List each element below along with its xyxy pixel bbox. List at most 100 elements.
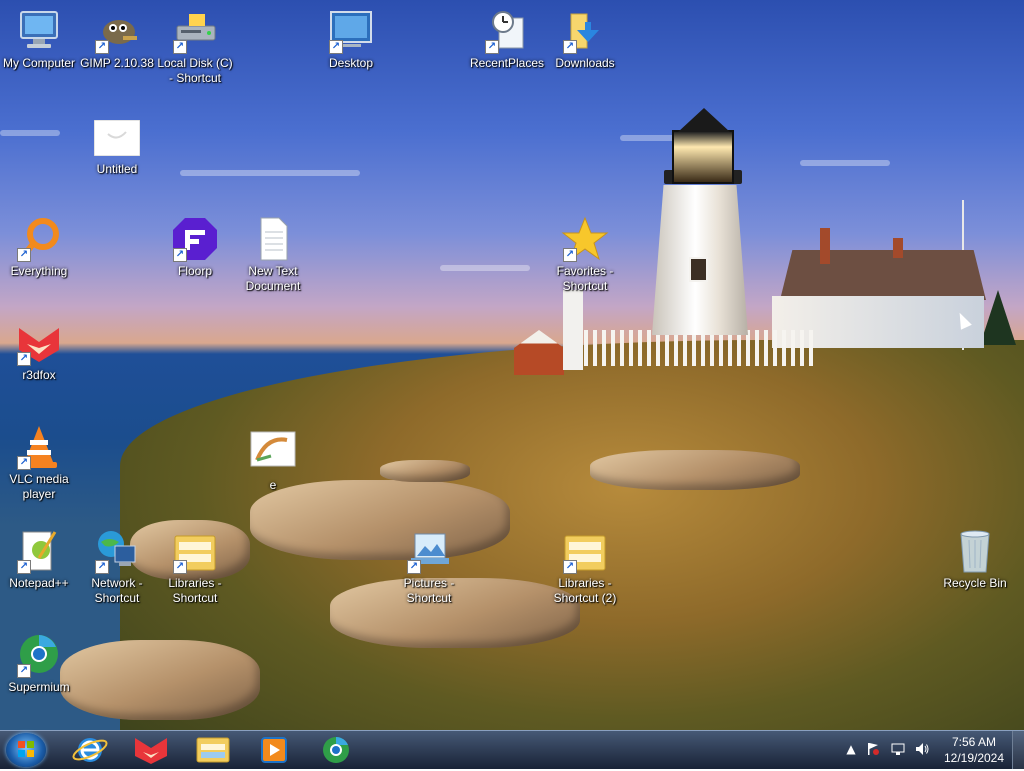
everything-search-icon: ↗	[15, 216, 63, 262]
desktop-icon-vlc[interactable]: ↗ VLC media player	[0, 424, 78, 502]
desktop-icon-my-computer[interactable]: My Computer	[0, 8, 78, 71]
shortcut-arrow-icon: ↗	[173, 560, 187, 574]
desktop-icon-pictures-shortcut[interactable]: ↗ Pictures - Shortcut	[390, 528, 468, 606]
desktop-icon-label: Desktop	[328, 56, 374, 70]
cloud	[800, 160, 890, 166]
cloud	[440, 265, 530, 271]
desktop-icon-label: e	[269, 478, 277, 492]
desktop-icon-notepadpp[interactable]: ↗ Notepad++	[0, 528, 78, 591]
libraries-folder-icon: ↗	[561, 528, 609, 574]
r3dfox-browser-icon: ↗	[15, 320, 63, 366]
start-orb-icon	[18, 741, 34, 757]
picture-file-icon	[249, 430, 297, 476]
favorites-star-icon: ↗	[561, 216, 609, 262]
libraries-folder-icon: ↗	[171, 528, 219, 574]
desktop-icon-label: Favorites - Shortcut	[556, 264, 614, 293]
taskbar-app-media-player[interactable]	[250, 734, 298, 766]
r3dfox-browser-icon	[135, 738, 167, 764]
media-player-icon	[261, 737, 287, 763]
taskbar-app-supermium[interactable]	[312, 734, 360, 766]
desktop-icon-libraries-shortcut[interactable]: ↗ Libraries - Shortcut	[156, 528, 234, 606]
desktop-icon-local-disk-shortcut[interactable]: ↗ Local Disk (C) - Shortcut	[156, 8, 234, 86]
desktop-icon-label: Floorp	[177, 264, 212, 278]
desktop-icon-libraries-shortcut-2[interactable]: ↗ Libraries - Shortcut (2)	[546, 528, 624, 606]
file-explorer-icon	[196, 737, 230, 763]
taskbar-app-r3dfox[interactable]	[127, 734, 175, 766]
volume-speaker-icon[interactable]	[915, 742, 929, 756]
chimney	[893, 238, 903, 258]
cloud	[620, 135, 680, 141]
rock	[60, 640, 260, 720]
shortcut-arrow-icon: ↗	[407, 560, 421, 574]
shortcut-arrow-icon: ↗	[95, 40, 109, 54]
recent-places-icon: ↗	[483, 8, 531, 54]
desktop-icon-label: RecentPlaces	[469, 56, 545, 70]
action-center-flag-icon[interactable]	[866, 742, 880, 756]
shed	[514, 330, 564, 375]
desktop-icon-label: r3dfox	[22, 368, 56, 382]
desktop-icon-supermium[interactable]: ↗ Supermium	[0, 632, 78, 695]
desktop-icon-recycle-bin[interactable]: Recycle Bin	[936, 528, 1014, 591]
taskbar-app-internet-explorer[interactable]	[66, 734, 114, 766]
desktop-icon-everything[interactable]: ↗ Everything	[0, 216, 78, 279]
desktop-folder-icon: ↗	[327, 8, 375, 54]
show-desktop-button[interactable]	[1012, 731, 1024, 769]
pictures-folder-icon: ↗	[405, 528, 453, 574]
downloads-folder-icon: ↗	[561, 8, 609, 54]
network-globe-icon: ↗	[93, 528, 141, 574]
chimney	[820, 228, 830, 264]
desktop-icon-label: Everything	[10, 264, 68, 278]
shortcut-arrow-icon: ↗	[17, 456, 31, 470]
shortcut-arrow-icon: ↗	[563, 248, 577, 262]
desktop-icon-label: Libraries - Shortcut (2)	[553, 576, 617, 605]
drive-icon: ↗	[171, 8, 219, 54]
vlc-cone-icon: ↗	[15, 424, 63, 470]
desktop-icon-favorites-shortcut[interactable]: ↗ Favorites - Shortcut	[546, 216, 624, 294]
desktop-background: My Computer ↗ GIMP 2.10.38 ↗ Local Disk …	[0, 0, 1024, 730]
desktop-icon-downloads[interactable]: ↗ Downloads	[546, 8, 624, 71]
desktop-icon-untitled[interactable]: Untitled	[78, 119, 156, 177]
supermium-browser-icon: ↗	[15, 632, 63, 678]
desktop-icon-label: VLC media player	[9, 472, 69, 501]
desktop-icon-label: Libraries - Shortcut	[168, 576, 222, 605]
clock-time: 7:56 AM	[951, 735, 997, 749]
network-status-icon[interactable]	[891, 742, 905, 756]
recycle-bin-icon	[951, 528, 999, 574]
desktop-icon-r3dfox[interactable]: ↗ r3dfox	[0, 320, 78, 383]
desktop-icon-label: Untitled	[96, 162, 138, 176]
start-button[interactable]	[6, 733, 46, 767]
image-file-icon	[93, 119, 141, 157]
desktop-icon-label: Supermium	[8, 680, 70, 694]
taskbar: ▲ 7:56 AM 12/19/2024	[0, 730, 1024, 769]
shortcut-arrow-icon: ↗	[173, 248, 187, 262]
floorp-browser-icon: ↗	[171, 216, 219, 262]
desktop-icon-label: Local Disk (C) - Shortcut	[157, 56, 233, 85]
desktop-icon-desktop[interactable]: ↗ Desktop	[312, 8, 390, 71]
shortcut-arrow-icon: ↗	[173, 40, 187, 54]
desktop-icon-label: Notepad++	[9, 576, 69, 590]
desktop-icon-new-text-document[interactable]: New Text Document	[234, 216, 312, 294]
desktop-icon-label: New Text Document	[245, 264, 301, 293]
desktop-icon-network-shortcut[interactable]: ↗ Network - Shortcut	[78, 528, 156, 606]
desktop-icon-e[interactable]: e	[234, 430, 312, 493]
lighthouse-lantern	[672, 130, 734, 184]
rock	[590, 450, 800, 490]
shortcut-arrow-icon: ↗	[563, 40, 577, 54]
desktop-icon-label: Pictures - Shortcut	[403, 576, 455, 605]
text-document-icon	[249, 216, 297, 262]
shortcut-arrow-icon: ↗	[329, 40, 343, 54]
shortcut-arrow-icon: ↗	[563, 560, 577, 574]
desktop-icon-recentplaces[interactable]: ↗ RecentPlaces	[468, 8, 546, 71]
white-fence	[584, 330, 814, 366]
internet-explorer-icon	[72, 738, 108, 762]
shortcut-arrow-icon: ↗	[95, 560, 109, 574]
desktop-icon-gimp[interactable]: ↗ GIMP 2.10.38	[78, 8, 156, 71]
house-roof	[780, 250, 986, 300]
show-hidden-icons-button[interactable]: ▲	[844, 742, 858, 756]
system-clock[interactable]: 7:56 AM 12/19/2024	[940, 734, 1008, 766]
shortcut-arrow-icon: ↗	[485, 40, 499, 54]
clock-date: 12/19/2024	[943, 751, 1005, 765]
desktop-icon-floorp[interactable]: ↗ Floorp	[156, 216, 234, 279]
lighthouse-window	[689, 257, 708, 282]
taskbar-app-file-explorer[interactable]	[189, 734, 237, 766]
